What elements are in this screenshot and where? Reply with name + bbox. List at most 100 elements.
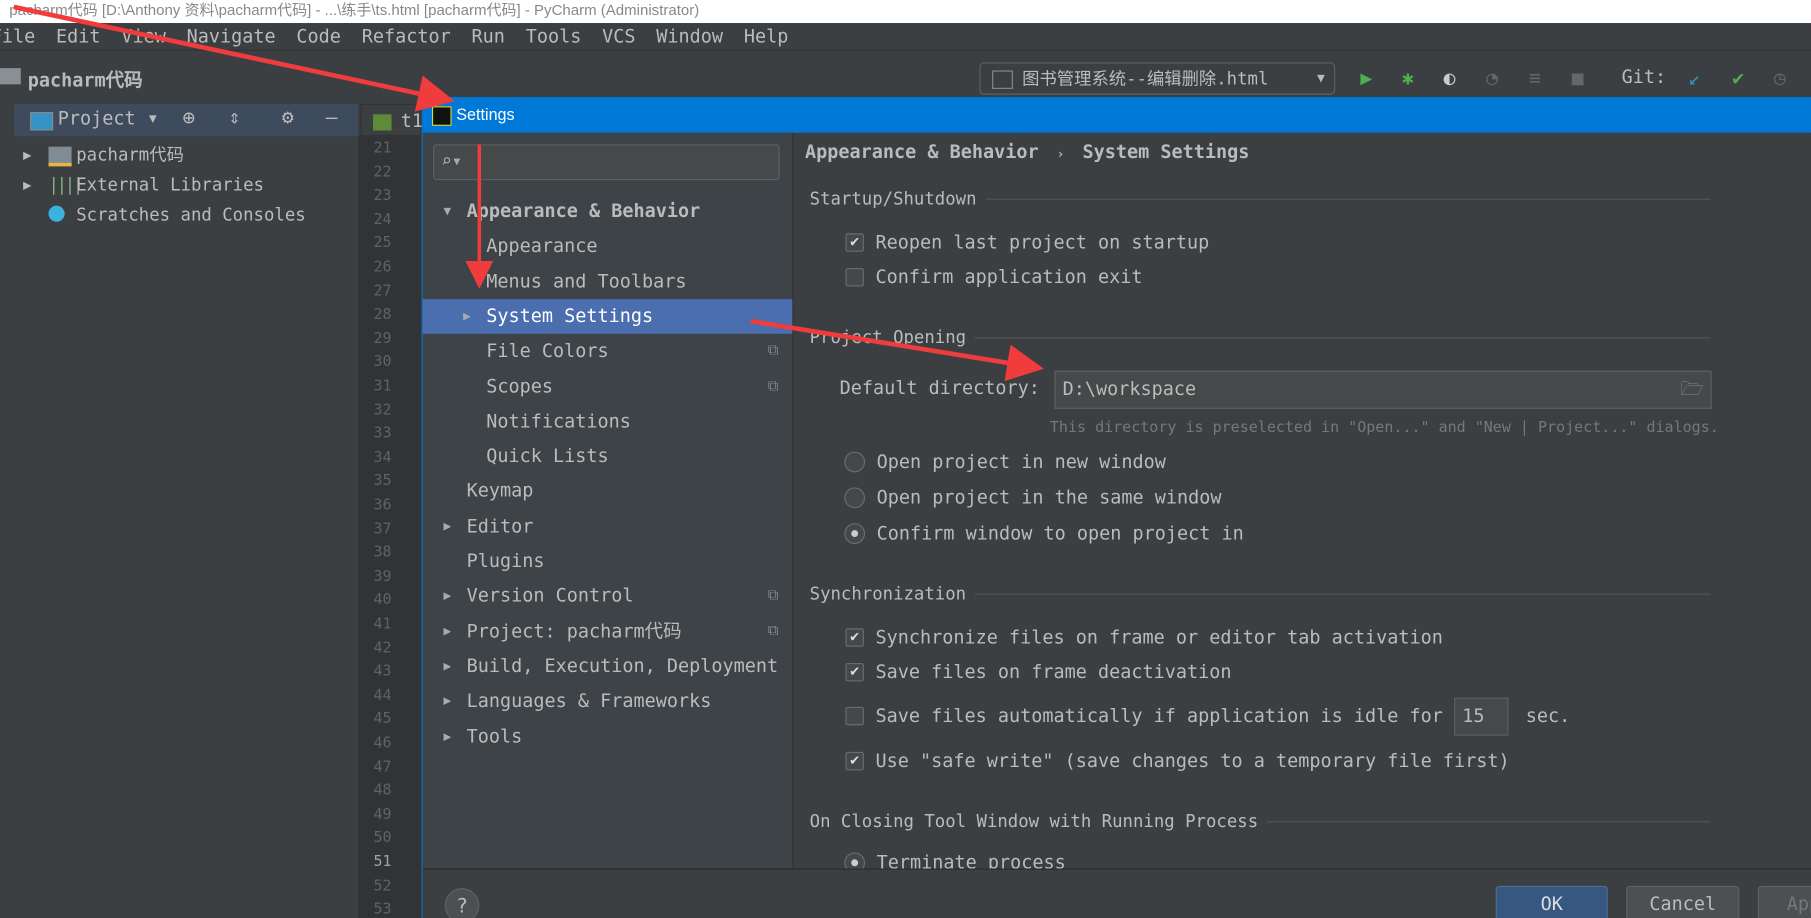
tree-item-label: Keymap [466, 479, 534, 502]
git-commit-icon[interactable]: ✔ [1726, 66, 1751, 91]
collapsed-arrow-icon[interactable]: ▶ [444, 684, 452, 719]
checkbox-checked-icon[interactable]: ✔ [845, 627, 864, 647]
menu-refactor[interactable]: Refactor [362, 23, 460, 50]
line-number: 30 [373, 353, 392, 372]
line-number-gutter: 21 22 23 24 25 26 27 28 29 30 31 32 33 34 35 36 37 38 39 40… [358, 136, 422, 918]
collapsed-arrow-icon[interactable]: ▶ [444, 614, 452, 649]
reopen-checkbox[interactable]: ✔ Reopen last project on startup [845, 231, 1209, 253]
pycharm-window: pacharm代码 [D:\Anthony 资料\pacharm代码] - ..… [0, 0, 1811, 918]
radio-selected-icon[interactable] [844, 522, 866, 544]
settings-tree-item[interactable]: ▶ Version Control ⧉ [423, 579, 793, 614]
git-update-icon[interactable]: ↙ [1682, 66, 1707, 91]
checkbox-unchecked-icon[interactable] [845, 267, 864, 286]
collapsed-arrow-icon[interactable]: ▶ [444, 649, 452, 684]
stop-icon[interactable]: ■ [1565, 66, 1590, 91]
tool-window-stripe[interactable] [0, 103, 16, 918]
ok-button[interactable]: OK [1495, 885, 1608, 918]
menu-edit[interactable]: Edit [56, 23, 110, 50]
safe-write-checkbox[interactable]: ✔ Use "safe write" (save changes to a tem… [845, 750, 1510, 772]
run-icon[interactable]: ▶ [1354, 66, 1379, 91]
checkbox-checked-icon[interactable]: ✔ [845, 751, 864, 770]
project-panel-header: Project ▼ ⊕ ⇕ ⚙ — [13, 103, 359, 137]
run-config-label: 图书管理系统--编辑删除.html [1022, 68, 1269, 89]
radio-icon[interactable] [844, 451, 866, 472]
chevron-down-icon[interactable]: ▼ [149, 111, 157, 126]
menu-view[interactable]: View [121, 23, 175, 50]
locate-icon[interactable]: ⊕ [182, 106, 195, 130]
settings-tree-item[interactable]: ▶ Languages & Frameworks [423, 684, 793, 719]
save-on-deactivation-checkbox[interactable]: ✔ Save files on frame deactivation [845, 661, 1231, 683]
checkbox-label: Synchronize files on frame or editor tab… [875, 625, 1443, 648]
dialog-title-bar[interactable]: Settings [422, 97, 1811, 133]
collapsed-arrow-icon[interactable]: ▶ [444, 719, 452, 754]
expand-arrow-icon[interactable]: ▶ [23, 140, 31, 170]
line-number: 26 [373, 258, 392, 277]
radio-confirm-window[interactable]: Confirm window to open project in [844, 522, 1244, 544]
build-icon[interactable]: ≡ [1522, 66, 1547, 91]
collapsed-arrow-icon[interactable]: ▶ [444, 579, 452, 614]
radio-icon[interactable] [844, 486, 866, 508]
debug-icon[interactable]: ✱ [1395, 66, 1420, 91]
tree-item-label: File Colors [486, 339, 609, 362]
line-number: 47 [373, 758, 392, 776]
settings-tree-item[interactable]: Appearance [423, 229, 793, 264]
menu-help[interactable]: Help [744, 23, 798, 50]
menu-tools[interactable]: Tools [526, 23, 591, 50]
tree-item-label: Notifications [486, 409, 631, 432]
settings-tree-item[interactable]: ▶ Project: pacharm代码 ⧉ [423, 614, 793, 649]
expanded-arrow-icon[interactable]: ▼ [444, 194, 452, 229]
project-panel-title[interactable]: Project [58, 107, 136, 129]
settings-tree-item[interactable]: ▼ Appearance & Behavior [423, 194, 793, 229]
minimize-icon[interactable]: — [326, 106, 338, 129]
settings-tree-item[interactable]: ▶ Editor [423, 509, 793, 544]
checkbox-unchecked-icon[interactable] [845, 706, 864, 725]
sync-on-activation-checkbox[interactable]: ✔ Synchronize files on frame or editor ta… [845, 625, 1443, 648]
menu-navigate[interactable]: Navigate [187, 23, 285, 50]
cancel-button[interactable]: Cancel [1626, 885, 1740, 918]
save-idle-checkbox[interactable]: Save files automatically if application … [845, 705, 1443, 726]
menu-file[interactable]: File [0, 23, 45, 50]
default-directory-label: Default directory: [839, 376, 1040, 399]
settings-tree-item[interactable]: ▶ System Settings [422, 299, 793, 334]
default-directory-input[interactable]: D:\workspace 🗁 [1054, 370, 1712, 409]
checkbox-checked-icon[interactable]: ✔ [845, 232, 864, 252]
radio-same-window[interactable]: Open project in the same window [844, 486, 1222, 508]
settings-tree-item[interactable]: Menus and Toolbars [423, 264, 793, 299]
settings-tree-item[interactable]: Scopes ⧉ [423, 369, 793, 404]
line-number: 34 [373, 449, 392, 467]
breadcrumb-item[interactable]: Appearance & Behavior [805, 141, 1039, 163]
collapsed-arrow-icon[interactable]: ▶ [463, 299, 471, 334]
settings-search-input[interactable]: ⌕▾ [433, 144, 780, 181]
menu-bar: File Edit View Navigate Code Refactor Ru… [0, 23, 1811, 50]
radio-new-window[interactable]: Open project in new window [844, 450, 1166, 472]
menu-code[interactable]: Code [296, 23, 350, 50]
nav-project[interactable]: pacharm代码 [28, 65, 143, 93]
profile-icon[interactable]: ◔ [1480, 66, 1505, 91]
idle-seconds-input[interactable]: 15 [1454, 697, 1509, 736]
settings-tree-item[interactable]: Keymap [423, 474, 793, 509]
git-history-icon[interactable]: ◷ [1767, 66, 1792, 91]
settings-tree-item[interactable]: ▶ Build, Execution, Deployment [423, 649, 793, 684]
gear-icon[interactable]: ⚙ [282, 106, 294, 129]
apply-button[interactable]: Apply [1757, 885, 1811, 918]
checkbox-checked-icon[interactable]: ✔ [845, 662, 864, 681]
expand-arrow-icon[interactable]: ▶ [23, 170, 31, 200]
settings-tree-item[interactable]: Plugins [423, 544, 793, 579]
menu-vcs[interactable]: VCS [602, 23, 645, 50]
help-button[interactable]: ? [444, 888, 480, 918]
coverage-icon[interactable]: ◐ [1437, 66, 1462, 91]
settings-tree-item[interactable]: Quick Lists [423, 439, 793, 474]
settings-tree-item[interactable]: File Colors ⧉ [423, 334, 793, 369]
collapsed-arrow-icon[interactable]: ▶ [444, 509, 452, 544]
collapse-all-icon[interactable]: ⇕ [229, 106, 241, 129]
project-level-icon: ⧉ [767, 587, 779, 605]
run-config-dropdown[interactable]: 图书管理系统--编辑删除.html ▼ [979, 62, 1336, 95]
folder-browse-icon[interactable]: 🗁 [1681, 377, 1704, 408]
section-startup: Startup/Shutdown [810, 188, 1711, 209]
editor-tab[interactable]: t1 [360, 103, 423, 137]
menu-window[interactable]: Window [656, 23, 732, 50]
settings-tree-item[interactable]: Notifications [423, 404, 793, 439]
settings-tree-item[interactable]: ▶ Tools [423, 719, 793, 754]
confirm-exit-checkbox[interactable]: Confirm application exit [845, 266, 1142, 288]
menu-run[interactable]: Run [472, 23, 515, 50]
